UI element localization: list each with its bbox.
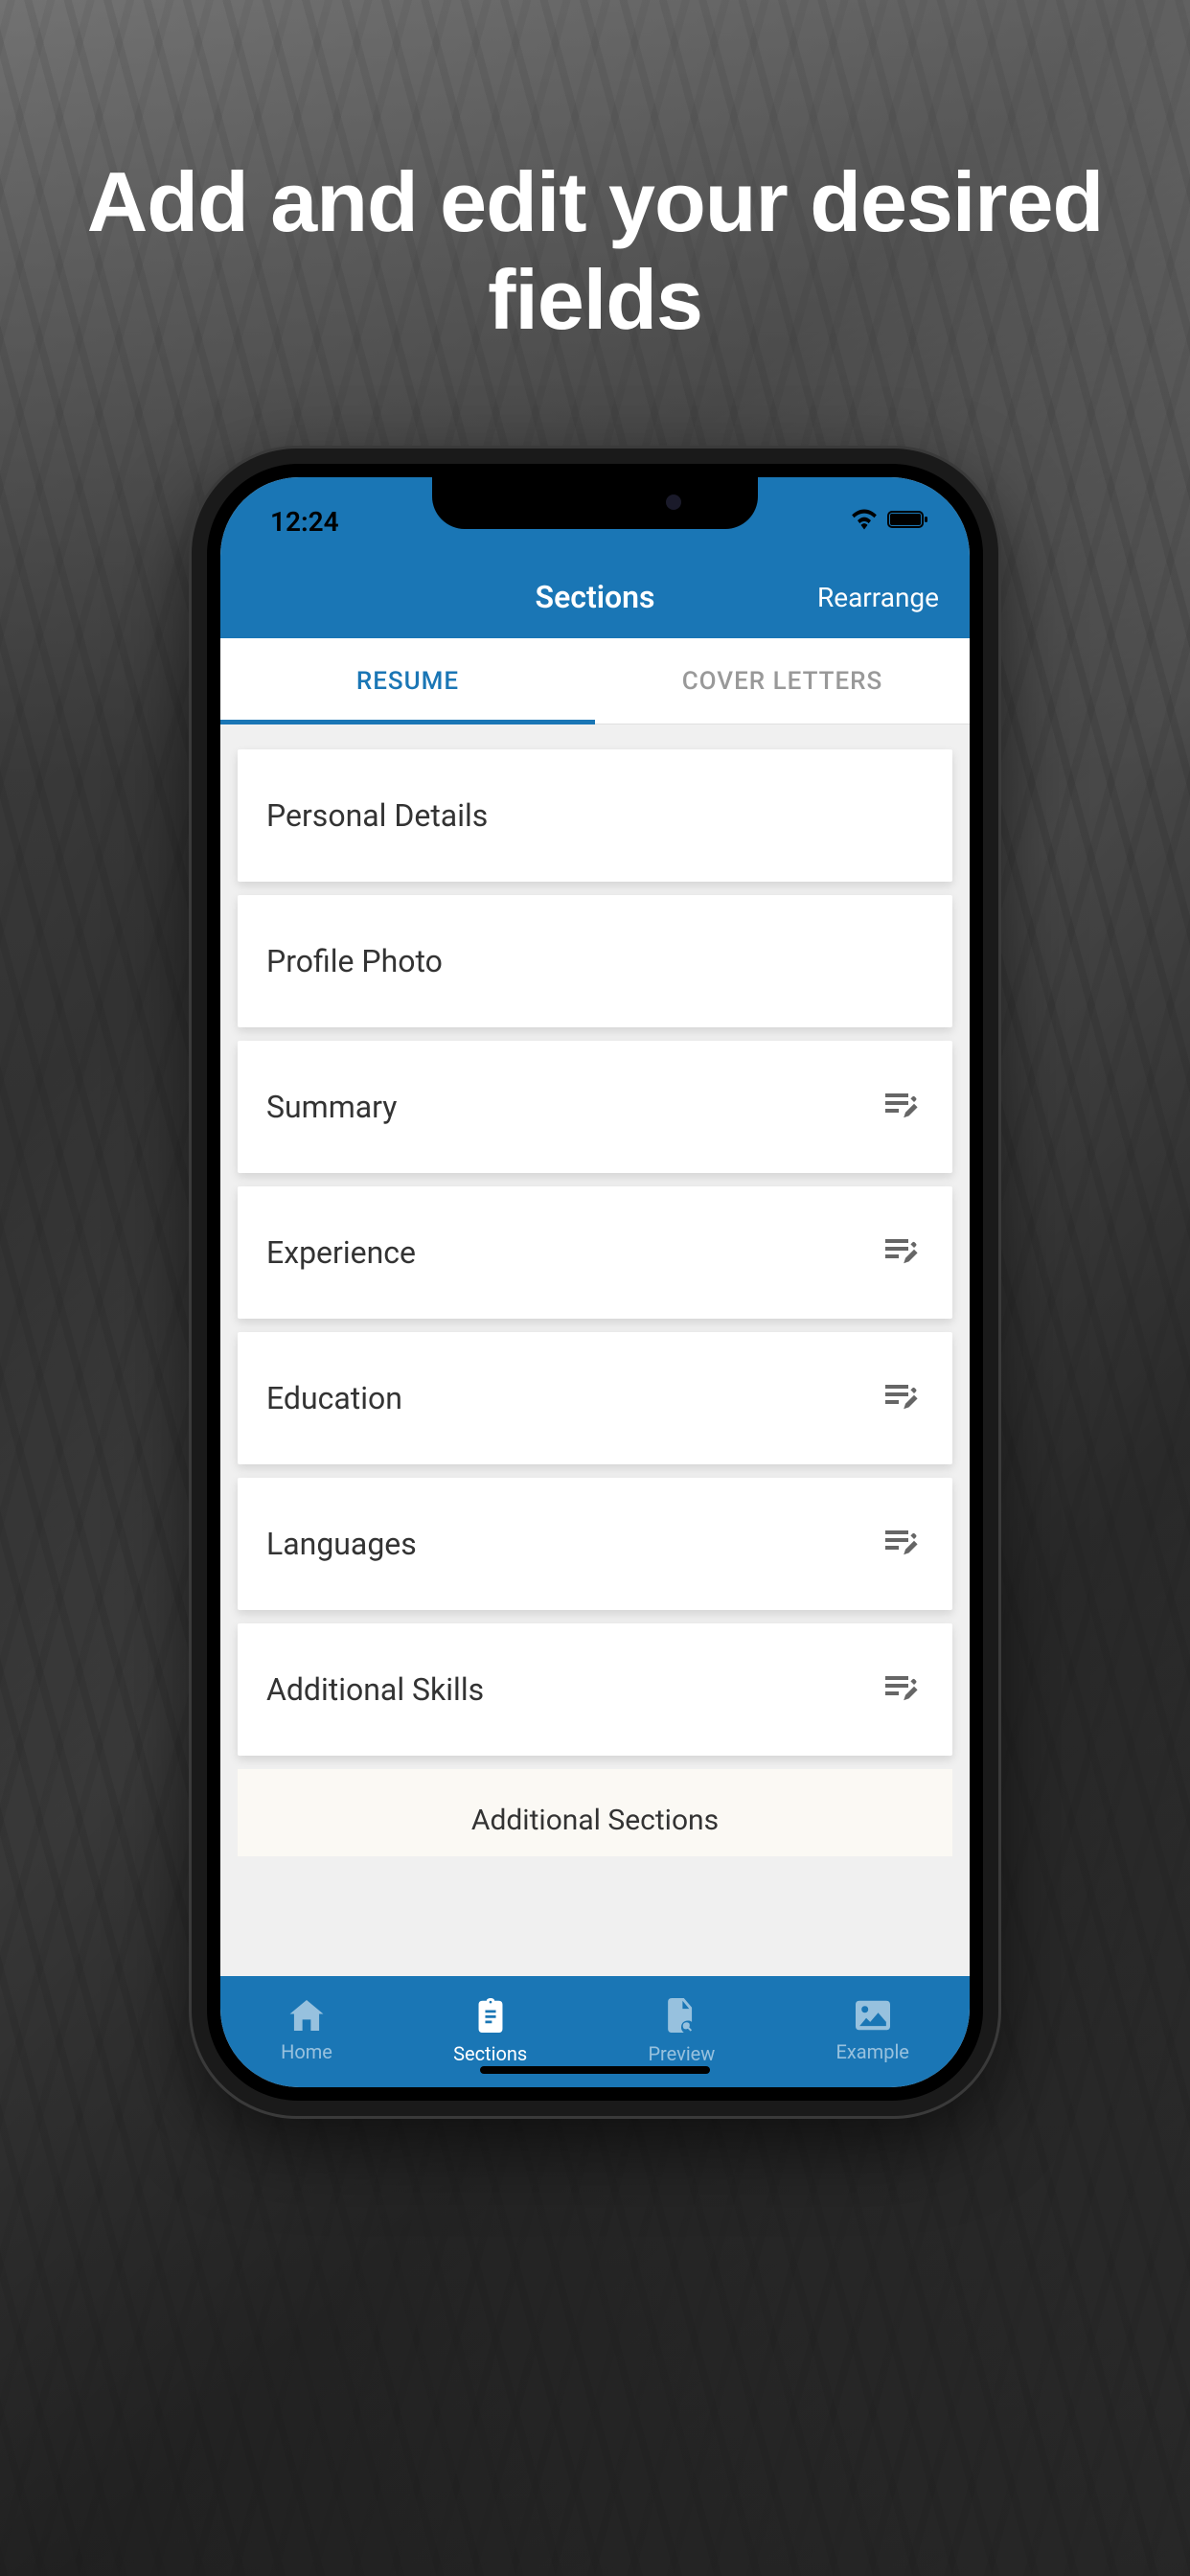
section-experience[interactable]: Experience bbox=[238, 1186, 952, 1319]
nav-label: Example bbox=[836, 2040, 909, 2063]
section-additional-skills[interactable]: Additional Skills bbox=[238, 1623, 952, 1756]
tab-cover-letters-label: COVER LETTERS bbox=[682, 667, 883, 696]
promo-headline: Add and edit your desired fields bbox=[0, 153, 1190, 349]
rearrange-button[interactable]: Rearrange bbox=[817, 582, 939, 613]
home-indicator[interactable] bbox=[480, 2066, 710, 2074]
clipboard-icon bbox=[475, 1998, 506, 2036]
section-personal-details[interactable]: Personal Details bbox=[238, 749, 952, 882]
phone-notch bbox=[432, 477, 758, 529]
section-label: Languages bbox=[266, 1526, 417, 1562]
nav-label: Home bbox=[281, 2040, 332, 2063]
section-label: Additional Skills bbox=[266, 1671, 484, 1708]
section-languages[interactable]: Languages bbox=[238, 1478, 952, 1610]
nav-preview[interactable]: Preview bbox=[648, 1998, 715, 2065]
wifi-icon bbox=[851, 509, 878, 534]
nav-example[interactable]: Example bbox=[836, 2000, 909, 2063]
tab-cover-letters[interactable]: COVER LETTERS bbox=[595, 638, 970, 724]
tab-resume[interactable]: RESUME bbox=[220, 638, 595, 724]
edit-icon[interactable] bbox=[885, 1090, 924, 1124]
nav-sections[interactable]: Sections bbox=[453, 1998, 527, 2065]
section-profile-photo[interactable]: Profile Photo bbox=[238, 895, 952, 1027]
status-time: 12:24 bbox=[270, 506, 339, 538]
section-label: Experience bbox=[266, 1234, 416, 1271]
additional-sections-header: Additional Sections bbox=[238, 1769, 952, 1856]
section-label: Personal Details bbox=[266, 797, 488, 834]
edit-icon[interactable] bbox=[885, 1527, 924, 1561]
edit-icon[interactable] bbox=[885, 1381, 924, 1415]
home-icon bbox=[289, 2000, 324, 2035]
image-icon bbox=[856, 2000, 890, 2035]
nav-label: Sections bbox=[453, 2042, 527, 2065]
phone-mockup: 12:24 Sections Rearrange RESUME bbox=[192, 448, 998, 2116]
section-education[interactable]: Education bbox=[238, 1332, 952, 1464]
battery-icon bbox=[887, 509, 929, 534]
section-label: Summary bbox=[266, 1089, 397, 1125]
section-label: Profile Photo bbox=[266, 943, 443, 979]
edit-icon[interactable] bbox=[885, 1235, 924, 1270]
tab-resume-label: RESUME bbox=[356, 667, 459, 696]
nav-home[interactable]: Home bbox=[281, 2000, 332, 2063]
edit-icon[interactable] bbox=[885, 1672, 924, 1707]
section-label: Education bbox=[266, 1380, 402, 1416]
app-header: Sections Rearrange bbox=[220, 556, 970, 638]
section-summary[interactable]: Summary bbox=[238, 1041, 952, 1173]
nav-label: Preview bbox=[648, 2042, 715, 2065]
document-search-icon bbox=[666, 1998, 697, 2036]
tabs-bar: RESUME COVER LETTERS bbox=[220, 638, 970, 724]
sections-list: Personal Details Profile Photo Summary E… bbox=[220, 724, 970, 1976]
header-title: Sections bbox=[536, 579, 655, 615]
